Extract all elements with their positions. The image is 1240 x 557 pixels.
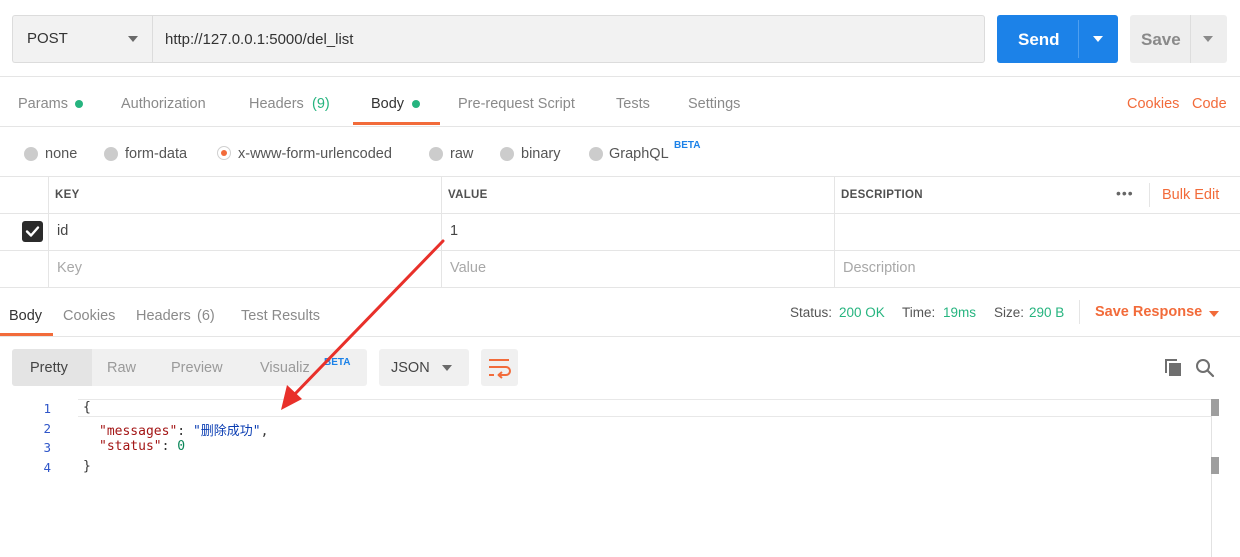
annotation-arrow-icon — [281, 239, 445, 410]
